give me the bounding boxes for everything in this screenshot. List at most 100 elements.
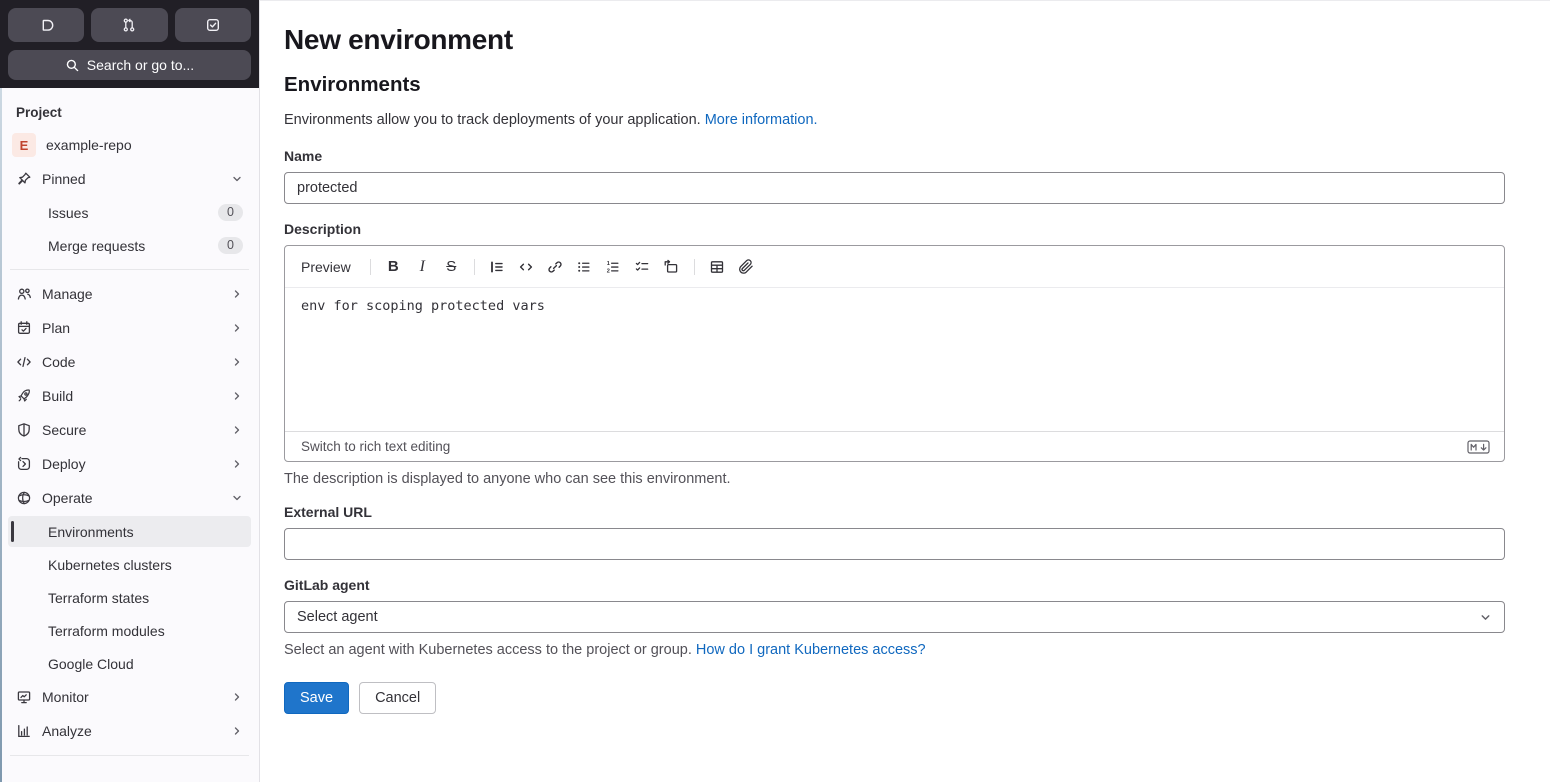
chevron-down-icon <box>231 492 243 504</box>
users-icon <box>16 286 32 302</box>
kubernetes-access-link[interactable]: How do I grant Kubernetes access? <box>696 642 926 658</box>
sidebar-item-pinned[interactable]: Pinned <box>8 163 251 195</box>
sidebar-item-terraform-modules[interactable]: Terraform modules <box>8 615 251 646</box>
bold-button[interactable]: B <box>380 253 407 280</box>
description-form-group: Description Preview B I S 1 2 env for sc… <box>284 221 1505 487</box>
sidebar-item-google-cloud[interactable]: Google Cloud <box>8 648 251 679</box>
todo-check-icon <box>205 17 221 33</box>
markdown-toolbar: Preview B I S 12 <box>285 246 1504 288</box>
gitlab-agent-label: GitLab agent <box>284 577 370 593</box>
collapsible-section-button[interactable] <box>658 253 685 280</box>
sidebar-item-plan[interactable]: Plan <box>8 312 251 344</box>
preview-tab[interactable]: Preview <box>295 256 361 278</box>
agent-form-group: GitLab agent Select agent Select an agen… <box>284 577 1505 658</box>
more-information-link[interactable]: More information. <box>705 112 818 128</box>
toolbar-divider <box>693 258 695 275</box>
sidebar-item-environments[interactable]: Environments <box>8 516 251 547</box>
chevron-right-icon <box>231 288 243 300</box>
sidebar-item-kubernetes-clusters[interactable]: Kubernetes clusters <box>8 549 251 580</box>
form-actions: Save Cancel <box>284 682 1505 714</box>
save-button[interactable]: Save <box>284 682 350 714</box>
sidebar-item-operate[interactable]: Operate <box>8 482 251 514</box>
agent-select-value: Select agent <box>297 609 378 625</box>
project-section-label: Project <box>16 105 62 120</box>
sidebar-item-analyze[interactable]: Analyze <box>8 715 251 747</box>
sidebar-item-issues[interactable]: Issues 0 <box>8 197 251 228</box>
deploy-icon <box>16 456 32 472</box>
sidebar-divider <box>10 269 249 270</box>
issues-shortcut-button[interactable] <box>8 8 85 42</box>
external-url-input[interactable] <box>284 528 1505 560</box>
project-name: example-repo <box>46 137 132 153</box>
chevron-down-icon <box>231 173 243 185</box>
rocket-icon <box>16 388 32 404</box>
bullet-list-button[interactable] <box>571 253 598 280</box>
super-sidebar: Search or go to... Project E example-rep… <box>0 0 260 782</box>
description-textarea[interactable]: env for scoping protected vars <box>285 288 1504 431</box>
shield-icon <box>16 422 32 438</box>
search-icon <box>65 58 80 73</box>
chevron-right-icon <box>231 424 243 436</box>
markdown-icon[interactable] <box>1467 439 1490 454</box>
monitor-icon <box>16 689 32 705</box>
agent-select[interactable]: Select agent <box>284 601 1505 633</box>
globe-icon <box>16 490 32 506</box>
window-edge <box>0 88 2 782</box>
paperclip-button[interactable] <box>733 253 760 280</box>
sidebar-item-secure[interactable]: Secure <box>8 414 251 446</box>
sidebar-item-manage[interactable]: Manage <box>8 278 251 310</box>
numbered-list-button[interactable]: 12 <box>600 253 627 280</box>
sidebar-item-build[interactable]: Build <box>8 380 251 412</box>
description-help-text: The description is displayed to anyone w… <box>284 471 731 487</box>
search-label: Search or go to... <box>86 57 195 73</box>
sidebar-divider <box>10 755 249 756</box>
markdown-editor: Preview B I S 12 env for scoping protect… <box>284 245 1505 462</box>
section-title: Environments <box>284 73 421 96</box>
issues-icon <box>38 17 54 33</box>
merge-requests-shortcut-button[interactable] <box>91 8 168 42</box>
name-form-group: Name <box>284 148 1505 204</box>
strikethrough-button[interactable]: S <box>438 253 465 280</box>
todo-shortcut-button[interactable] <box>174 8 251 42</box>
chevron-right-icon <box>231 390 243 402</box>
link-button[interactable] <box>542 253 569 280</box>
editor-footer: Switch to rich text editing <box>285 431 1504 461</box>
project-avatar: E <box>12 133 36 157</box>
description-label: Description <box>284 221 362 237</box>
svg-text:2: 2 <box>607 268 610 274</box>
agent-help-text: Select an agent with Kubernetes access t… <box>284 642 926 658</box>
sidebar-item-deploy[interactable]: Deploy <box>8 448 251 480</box>
switch-to-rich-text-link[interactable]: Switch to rich text editing <box>301 439 450 454</box>
sidebar-item-code[interactable]: Code <box>8 346 251 378</box>
sidebar-item-merge-requests[interactable]: Merge requests 0 <box>8 230 251 261</box>
name-label: Name <box>284 148 323 164</box>
chevron-right-icon <box>231 356 243 368</box>
italic-button[interactable]: I <box>409 253 436 280</box>
toolbar-divider <box>473 258 475 275</box>
merge-request-icon <box>121 17 137 33</box>
chevron-right-icon <box>231 322 243 334</box>
chevron-right-icon <box>231 691 243 703</box>
pin-icon <box>16 171 32 187</box>
external-url-label: External URL <box>284 504 372 520</box>
chevron-right-icon <box>231 458 243 470</box>
toolbar-divider <box>369 258 371 275</box>
sidebar-nav: Project E example-repo Pinned Issues 0 M… <box>0 88 259 782</box>
sidebar-item-monitor[interactable]: Monitor <box>8 681 251 713</box>
sidebar-header: Search or go to... <box>0 0 259 88</box>
code-button[interactable] <box>513 253 540 280</box>
issues-count-badge: 0 <box>218 204 243 221</box>
name-input[interactable] <box>284 172 1505 204</box>
sidebar-item-terraform-states[interactable]: Terraform states <box>8 582 251 613</box>
cancel-button[interactable]: Cancel <box>359 682 437 714</box>
external-url-form-group: External URL <box>284 504 1505 560</box>
chart-icon <box>16 723 32 739</box>
quote-button[interactable] <box>484 253 511 280</box>
search-button[interactable]: Search or go to... <box>8 50 251 80</box>
task-list-button[interactable] <box>629 253 656 280</box>
chevron-right-icon <box>231 725 243 737</box>
page-title: New environment <box>284 24 513 55</box>
sidebar-item-project[interactable]: E example-repo <box>8 129 251 161</box>
table-button[interactable] <box>704 253 731 280</box>
code-icon <box>16 354 32 370</box>
